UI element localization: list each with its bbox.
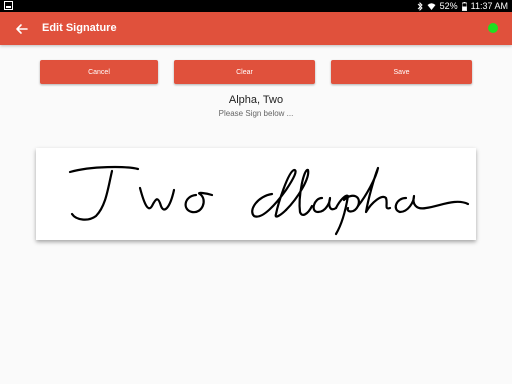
battery-percent: 52%	[439, 1, 458, 11]
signer-name: Alpha, Two	[228, 94, 284, 106]
status-indicator	[488, 23, 498, 33]
battery-icon	[461, 1, 467, 11]
screenshot-icon	[4, 1, 13, 12]
signature-drawing	[68, 165, 470, 236]
page-title: Edit Signature	[42, 22, 117, 34]
sign-prompt: Please Sign below ...	[218, 109, 294, 118]
save-button[interactable]: Save	[331, 60, 472, 84]
signature-pad[interactable]	[36, 148, 476, 240]
app-bar: Edit Signature	[0, 12, 512, 45]
cancel-button[interactable]: Cancel	[40, 60, 158, 84]
bluetooth-icon	[417, 1, 423, 11]
status-bar: 52% 11:37 AM	[0, 0, 512, 12]
arrow-back-icon[interactable]	[12, 19, 32, 39]
clock: 11:37 AM	[470, 1, 508, 11]
clear-button[interactable]: Clear	[174, 60, 315, 84]
wifi-icon	[427, 2, 436, 11]
